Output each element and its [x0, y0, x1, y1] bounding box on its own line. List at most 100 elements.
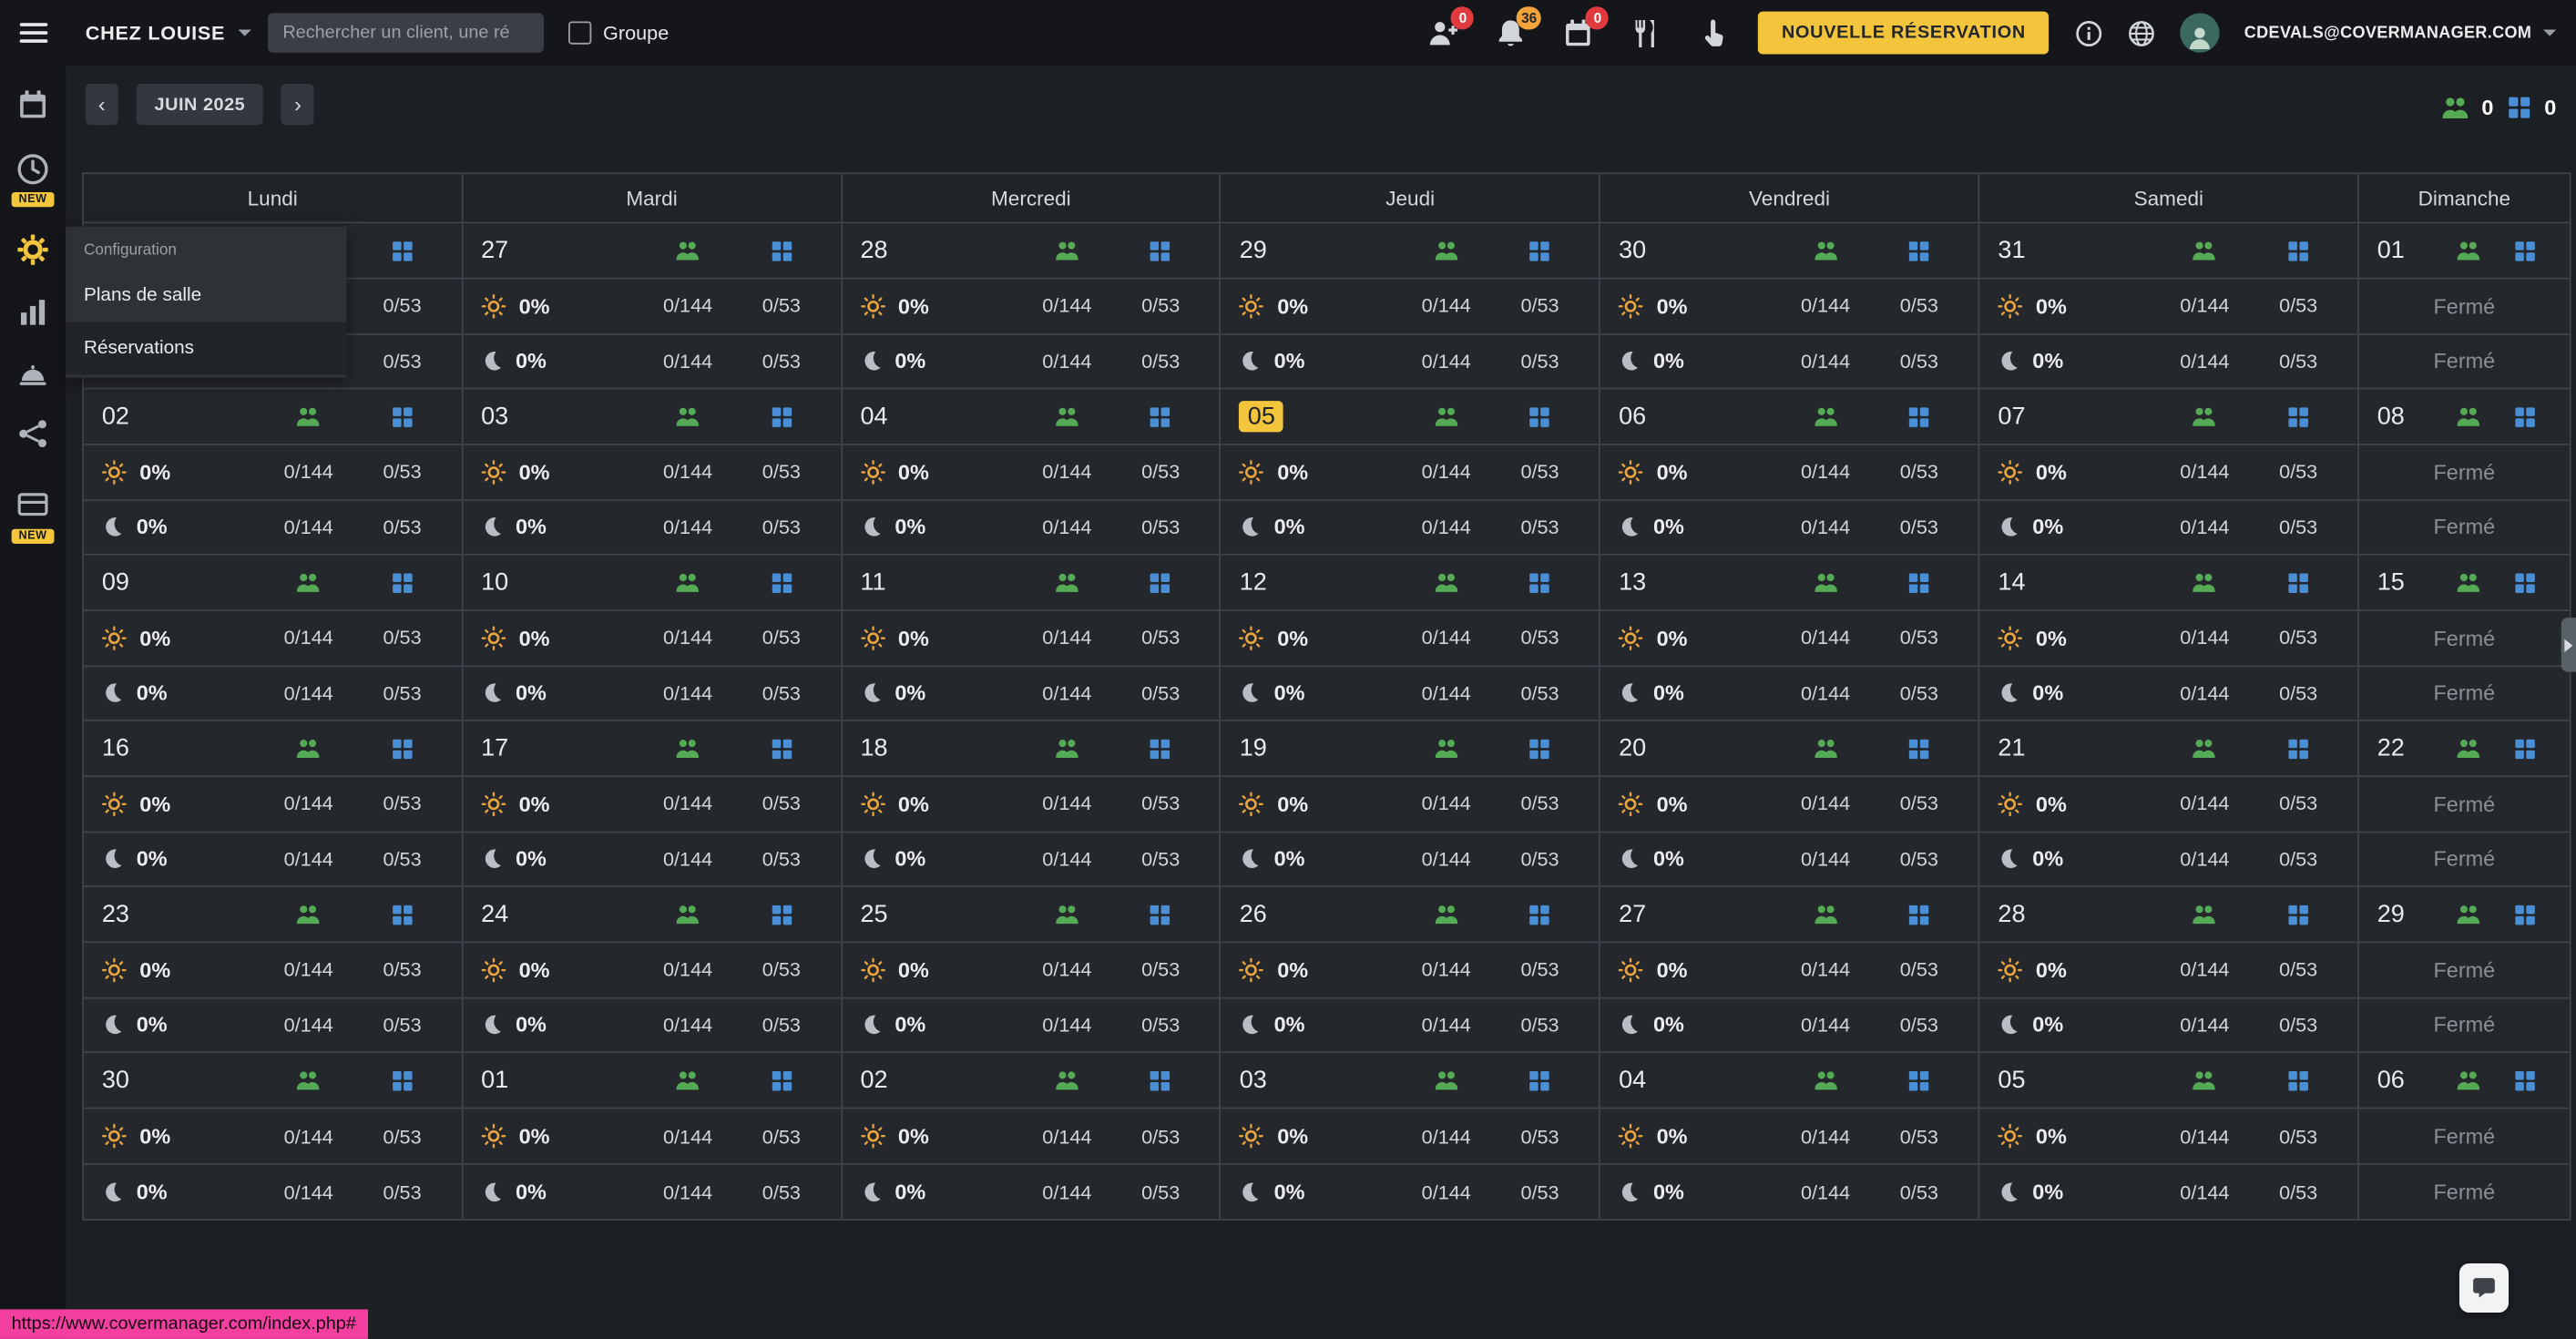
dinner-shift-row[interactable]: 0% 0/144 0/53: [1980, 1163, 2358, 1219]
chat-launcher-button[interactable]: [2459, 1263, 2509, 1313]
dinner-shift-row[interactable]: Fermé: [2359, 332, 2570, 387]
day-cell[interactable]: 29 0% 0/144 0/53 0% 0/144 0/53: [1222, 223, 1600, 389]
dinner-shift-row[interactable]: 0% 0/144 0/53: [843, 1163, 1221, 1219]
day-cell[interactable]: 01 Fermé Fermé: [2359, 223, 2570, 389]
dinner-shift-row[interactable]: 0% 0/144 0/53: [1222, 831, 1600, 885]
day-cell[interactable]: 27 0% 0/144 0/53 0% 0/144 0/53: [1600, 887, 1979, 1053]
lunch-shift-row[interactable]: 0% 0/144 0/53: [463, 609, 841, 664]
day-cell[interactable]: 27 0% 0/144 0/53 0% 0/144 0/53: [463, 223, 842, 389]
dinner-shift-row[interactable]: 0% 0/144 0/53: [1600, 665, 1978, 720]
menu-item-reservations[interactable]: Réservations: [66, 322, 346, 374]
day-cell[interactable]: 04 0% 0/144 0/53 0% 0/144 0/53: [843, 389, 1222, 555]
lunch-shift-row[interactable]: 0% 0/144 0/53: [1600, 278, 1978, 332]
day-cell[interactable]: 10 0% 0/144 0/53 0% 0/144 0/53: [463, 556, 842, 721]
lunch-shift-row[interactable]: 0% 0/144 0/53: [1980, 609, 2358, 664]
day-cell[interactable]: 08 Fermé Fermé: [2359, 389, 2570, 555]
day-cell[interactable]: 29 Fermé Fermé: [2359, 887, 2570, 1053]
lunch-shift-row[interactable]: 0% 0/144 0/53: [843, 278, 1221, 332]
day-cell[interactable]: 12 0% 0/144 0/53 0% 0/144 0/53: [1222, 556, 1600, 721]
lunch-shift-row[interactable]: Fermé: [2359, 1108, 2570, 1163]
dinner-shift-row[interactable]: 0% 0/144 0/53: [463, 665, 841, 720]
lunch-shift-row[interactable]: 0% 0/144 0/53: [84, 941, 462, 996]
lunch-shift-row[interactable]: 0% 0/144 0/53: [1222, 278, 1600, 332]
search-input[interactable]: [268, 13, 544, 52]
day-cell[interactable]: 05 0% 0/144 0/53 0% 0/144 0/53: [1222, 389, 1600, 555]
day-cell[interactable]: 07 0% 0/144 0/53 0% 0/144 0/53: [1980, 389, 2359, 555]
dinner-shift-row[interactable]: 0% 0/144 0/53: [843, 332, 1221, 387]
day-cell[interactable]: 01 0% 0/144 0/53 0% 0/144 0/53: [463, 1053, 842, 1219]
lunch-shift-row[interactable]: 0% 0/144 0/53: [1600, 775, 1978, 830]
waitlist-hand-icon[interactable]: [1698, 17, 1729, 48]
dinner-shift-row[interactable]: Fermé: [2359, 831, 2570, 885]
dinner-shift-row[interactable]: 0% 0/144 0/53: [1980, 665, 2358, 720]
dinner-shift-row[interactable]: 0% 0/144 0/53: [463, 332, 841, 387]
dinner-shift-row[interactable]: Fermé: [2359, 498, 2570, 553]
new-reservation-button[interactable]: NOUVELLE RÉSERVATION: [1759, 12, 2049, 55]
day-cell[interactable]: 13 0% 0/144 0/53 0% 0/144 0/53: [1600, 556, 1979, 721]
lunch-shift-row[interactable]: 0% 0/144 0/53: [1980, 1108, 2358, 1163]
day-cell[interactable]: 17 0% 0/144 0/53 0% 0/144 0/53: [463, 721, 842, 887]
day-cell[interactable]: 30 0% 0/144 0/53 0% 0/144 0/53: [84, 1053, 463, 1219]
dinner-shift-row[interactable]: Fermé: [2359, 1163, 2570, 1219]
lunch-shift-row[interactable]: 0% 0/144 0/53: [1600, 444, 1978, 498]
lunch-shift-row[interactable]: 0% 0/144 0/53: [843, 775, 1221, 830]
lunch-shift-row[interactable]: 0% 0/144 0/53: [1600, 609, 1978, 664]
lunch-shift-row[interactable]: 0% 0/144 0/53: [1222, 609, 1600, 664]
dinner-shift-row[interactable]: 0% 0/144 0/53: [1980, 332, 2358, 387]
lunch-shift-row[interactable]: 0% 0/144 0/53: [463, 775, 841, 830]
sidebar-service-bell-icon[interactable]: [16, 358, 49, 391]
lunch-shift-row[interactable]: Fermé: [2359, 278, 2570, 332]
hamburger-menu-icon[interactable]: [0, 0, 66, 66]
dinner-shift-row[interactable]: 0% 0/144 0/53: [463, 997, 841, 1051]
dinner-shift-row[interactable]: 0% 0/144 0/53: [843, 831, 1221, 885]
lunch-shift-row[interactable]: 0% 0/144 0/53: [84, 1108, 462, 1163]
previous-month-button[interactable]: ‹: [86, 84, 118, 125]
day-cell[interactable]: 24 0% 0/144 0/53 0% 0/144 0/53: [463, 887, 842, 1053]
day-cell[interactable]: 14 0% 0/144 0/53 0% 0/144 0/53: [1980, 556, 2359, 721]
lunch-shift-row[interactable]: 0% 0/144 0/53: [843, 444, 1221, 498]
lunch-shift-row[interactable]: 0% 0/144 0/53: [1980, 444, 2358, 498]
account-menu[interactable]: CDEVALS@COVERMANAGER.COM: [2244, 24, 2557, 42]
dinner-shift-row[interactable]: 0% 0/144 0/53: [1222, 665, 1600, 720]
dinner-shift-row[interactable]: 0% 0/144 0/53: [463, 831, 841, 885]
day-cell[interactable]: 04 0% 0/144 0/53 0% 0/144 0/53: [1600, 1053, 1979, 1219]
dinner-shift-row[interactable]: 0% 0/144 0/53: [84, 1163, 462, 1219]
day-cell[interactable]: 15 Fermé Fermé: [2359, 556, 2570, 721]
info-icon[interactable]: [2075, 19, 2103, 47]
sidebar-reports-chart-icon[interactable]: [16, 296, 49, 329]
lunch-shift-row[interactable]: 0% 0/144 0/53: [1980, 775, 2358, 830]
avatar[interactable]: [2180, 13, 2219, 52]
panel-expand-tab[interactable]: [2561, 618, 2576, 672]
dinner-shift-row[interactable]: 0% 0/144 0/53: [1980, 831, 2358, 885]
current-month-button[interactable]: JUIN 2025: [137, 84, 263, 125]
groupe-checkbox[interactable]: [568, 21, 591, 44]
day-cell[interactable]: 02 0% 0/144 0/53 0% 0/144 0/53: [843, 1053, 1222, 1219]
dinner-shift-row[interactable]: 0% 0/144 0/53: [84, 997, 462, 1051]
sidebar-giftcard-icon[interactable]: [16, 488, 49, 521]
day-cell[interactable]: 03 0% 0/144 0/53 0% 0/144 0/53: [463, 389, 842, 555]
day-cell[interactable]: 30 0% 0/144 0/53 0% 0/144 0/53: [1600, 223, 1979, 389]
lunch-shift-row[interactable]: Fermé: [2359, 775, 2570, 830]
lunch-shift-row[interactable]: 0% 0/144 0/53: [1980, 278, 2358, 332]
day-cell[interactable]: 28 0% 0/144 0/53 0% 0/144 0/53: [843, 223, 1222, 389]
dinner-shift-row[interactable]: 0% 0/144 0/53: [1600, 332, 1978, 387]
lunch-shift-row[interactable]: Fermé: [2359, 609, 2570, 664]
dinner-shift-row[interactable]: 0% 0/144 0/53: [1600, 1163, 1978, 1219]
lunch-shift-row[interactable]: 0% 0/144 0/53: [843, 609, 1221, 664]
dinner-shift-row[interactable]: 0% 0/144 0/53: [1980, 498, 2358, 553]
dinner-shift-row[interactable]: Fermé: [2359, 665, 2570, 720]
dinner-shift-row[interactable]: 0% 0/144 0/53: [1980, 997, 2358, 1051]
dinner-shift-row[interactable]: Fermé: [2359, 997, 2570, 1051]
day-cell[interactable]: 06 0% 0/144 0/53 0% 0/144 0/53: [1600, 389, 1979, 555]
dinner-shift-row[interactable]: 0% 0/144 0/53: [463, 1163, 841, 1219]
day-cell[interactable]: 16 0% 0/144 0/53 0% 0/144 0/53: [84, 721, 463, 887]
sidebar-clock-icon[interactable]: [16, 153, 49, 186]
day-cell[interactable]: 20 0% 0/144 0/53 0% 0/144 0/53: [1600, 721, 1979, 887]
lunch-shift-row[interactable]: 0% 0/144 0/53: [463, 1108, 841, 1163]
sidebar-integrations-icon[interactable]: [16, 417, 49, 450]
lunch-shift-row[interactable]: 0% 0/144 0/53: [463, 444, 841, 498]
dinner-shift-row[interactable]: 0% 0/144 0/53: [84, 498, 462, 553]
lunch-shift-row[interactable]: 0% 0/144 0/53: [84, 444, 462, 498]
lunch-shift-row[interactable]: 0% 0/144 0/53: [1222, 775, 1600, 830]
notifications-bell-icon[interactable]: 36: [1496, 17, 1527, 48]
